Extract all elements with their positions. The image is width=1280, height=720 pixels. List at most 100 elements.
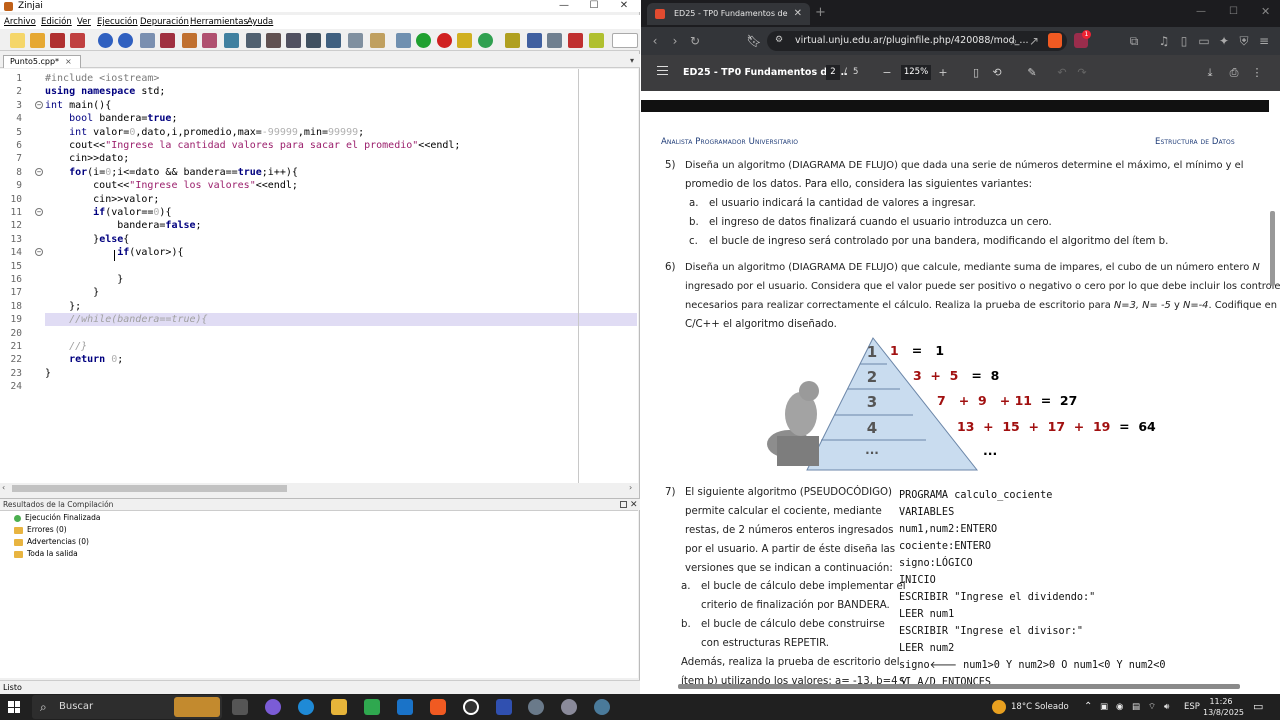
comment-icon[interactable] <box>348 33 363 48</box>
web-icon[interactable] <box>589 33 604 48</box>
debug-run-icon[interactable] <box>478 33 493 48</box>
download-icon[interactable]: ⤓ <box>1203 65 1217 81</box>
notifications-icon[interactable]: ▭ <box>1253 694 1263 720</box>
zinjai-taskbar-icon[interactable] <box>528 699 544 715</box>
taskbar-search-box[interactable]: ⌕ Buscar <box>32 695 222 719</box>
maximize-button[interactable]: ☐ <box>1229 6 1238 17</box>
zoom-level-input[interactable]: 125% <box>901 65 931 80</box>
stop-icon[interactable] <box>437 33 452 48</box>
pdf-viewer[interactable]: Analista Programador Universitario Estru… <box>641 91 1280 694</box>
editor-horizontal-scrollbar[interactable]: ‹ › <box>0 483 638 494</box>
fold-marker-icon[interactable]: − <box>35 248 43 256</box>
fold-marker-icon[interactable]: − <box>35 208 43 216</box>
paste-icon[interactable] <box>202 33 217 48</box>
tab-close-icon[interactable]: × <box>65 57 72 66</box>
indent-icon[interactable] <box>140 33 155 48</box>
fit-page-icon[interactable]: ▯ <box>969 65 983 81</box>
find-next-icon[interactable] <box>266 33 281 48</box>
compile-icon[interactable] <box>396 33 411 48</box>
brave-shield-icon[interactable] <box>1048 33 1062 48</box>
weather-icon[interactable] <box>992 700 1006 714</box>
task-view-icon[interactable] <box>232 699 248 715</box>
menu-herramientas[interactable]: Herramientas <box>190 15 248 29</box>
find-replace-icon[interactable] <box>224 33 239 48</box>
redo-icon[interactable]: ↷ <box>1075 65 1089 81</box>
scroll-left-icon[interactable]: ‹ <box>2 483 5 492</box>
zoom-out-icon[interactable]: − <box>880 65 894 81</box>
file-explorer-icon[interactable] <box>331 699 347 715</box>
panel-maximize-icon[interactable] <box>620 501 627 508</box>
fold-marker-icon[interactable]: − <box>35 168 43 176</box>
network-icon[interactable]: ⌔ <box>1148 694 1156 720</box>
back-icon[interactable]: ‹ <box>647 32 663 50</box>
save-icon[interactable] <box>50 33 65 48</box>
vpn-icon[interactable]: ⛨ <box>1236 32 1252 50</box>
tray-app-icon[interactable]: ▣ <box>1100 694 1108 720</box>
sidebar-icon[interactable]: ▯ <box>1176 32 1192 50</box>
language-indicator[interactable]: ESP <box>1184 694 1200 720</box>
fold-marker-icon[interactable]: − <box>35 101 43 109</box>
page-number-input[interactable]: 2 <box>826 65 840 80</box>
browser-tab[interactable]: ED25 - TP0 Fundamentos de Pro ✕ <box>647 3 810 25</box>
outline-icon[interactable] <box>326 33 341 48</box>
screenshot-icon[interactable]: ⧉ <box>1126 32 1142 50</box>
pdf-vertical-scrollbar[interactable] <box>1270 211 1275 286</box>
save-as-icon[interactable] <box>70 33 85 48</box>
wizard-icon[interactable] <box>505 33 520 48</box>
run-icon[interactable] <box>416 33 431 48</box>
zoom-icon[interactable]: ⌕ <box>1006 32 1022 50</box>
debug-icon[interactable] <box>457 33 472 48</box>
edge-icon[interactable] <box>298 699 314 715</box>
minimize-button[interactable]: — <box>549 0 579 12</box>
results-item[interactable]: Advertencias (0) <box>6 536 89 547</box>
help-icon[interactable] <box>568 33 583 48</box>
pdf-app-icon[interactable] <box>496 699 512 715</box>
menu-archivo[interactable]: Archivo <box>4 15 36 29</box>
cut-icon[interactable] <box>160 33 175 48</box>
tray-app-icon[interactable]: ◉ <box>1116 694 1123 720</box>
pdf-menu-icon[interactable] <box>657 66 668 75</box>
undo-icon[interactable]: ↶ <box>1055 65 1069 81</box>
results-item[interactable]: Ejecución Finalizada <box>6 512 101 523</box>
bookmark-icon[interactable]: 🔖︎ <box>746 32 762 50</box>
tools-icon[interactable] <box>547 33 562 48</box>
menu-ver[interactable]: Ver <box>77 15 91 29</box>
share-icon[interactable]: ↗ <box>1026 32 1042 50</box>
results-item[interactable]: Errores (0) <box>6 524 67 535</box>
redo-icon[interactable] <box>118 33 133 48</box>
minimize-button[interactable]: — <box>1196 6 1206 17</box>
windows-start-icon[interactable] <box>8 701 20 713</box>
zoom-in-icon[interactable]: + <box>936 65 950 81</box>
code-editor[interactable]: 1 2 3 4 5 6 7 8 9 10 11 12 13 14 15 16 1… <box>0 69 638 483</box>
tab-punto5[interactable]: Punto5.cpp* × <box>3 55 81 68</box>
browser-menu-icon[interactable]: ≡ <box>1256 32 1272 50</box>
scroll-right-icon[interactable]: › <box>629 483 632 492</box>
site-settings-icon[interactable]: ⚙︎ <box>775 35 785 46</box>
annotate-icon[interactable]: ✎ <box>1025 65 1039 81</box>
reload-icon[interactable]: ↻ <box>687 32 703 50</box>
media-icon[interactable]: ♫ <box>1156 32 1172 50</box>
close-button[interactable]: ✕ <box>1261 5 1270 18</box>
function-icon[interactable] <box>306 33 321 48</box>
tab-close-icon[interactable]: ✕ <box>794 3 802 25</box>
menu-depuracion[interactable]: Depuración <box>140 15 189 29</box>
menu-ejecucion[interactable]: Ejecución <box>97 15 138 29</box>
leo-ai-icon[interactable]: ✦ <box>1216 32 1232 50</box>
print-icon[interactable]: ⎙ <box>1227 65 1241 81</box>
open-folder-icon[interactable] <box>30 33 45 48</box>
clock[interactable]: 11:26 13/8/2025 <box>1203 696 1244 718</box>
tray-app-icon[interactable]: ▤ <box>1132 694 1140 720</box>
goto-icon[interactable] <box>286 33 301 48</box>
app-icon[interactable] <box>561 699 577 715</box>
pdf-horizontal-scrollbar[interactable] <box>678 684 1240 689</box>
rotate-icon[interactable]: ⟲ <box>990 65 1004 81</box>
app-icon[interactable] <box>594 699 610 715</box>
copy-icon[interactable] <box>182 33 197 48</box>
undo-icon[interactable] <box>98 33 113 48</box>
new-tab-icon[interactable]: + <box>815 3 826 23</box>
toolbar-search-input[interactable] <box>612 33 638 48</box>
address-bar[interactable]: ⚙︎ virtual.unju.edu.ar/pluginfile.php/42… <box>767 31 1067 51</box>
brave-icon[interactable] <box>430 699 446 715</box>
menu-edicion[interactable]: Edición <box>41 15 72 29</box>
tab-list-icon[interactable]: ▾ <box>630 56 634 65</box>
